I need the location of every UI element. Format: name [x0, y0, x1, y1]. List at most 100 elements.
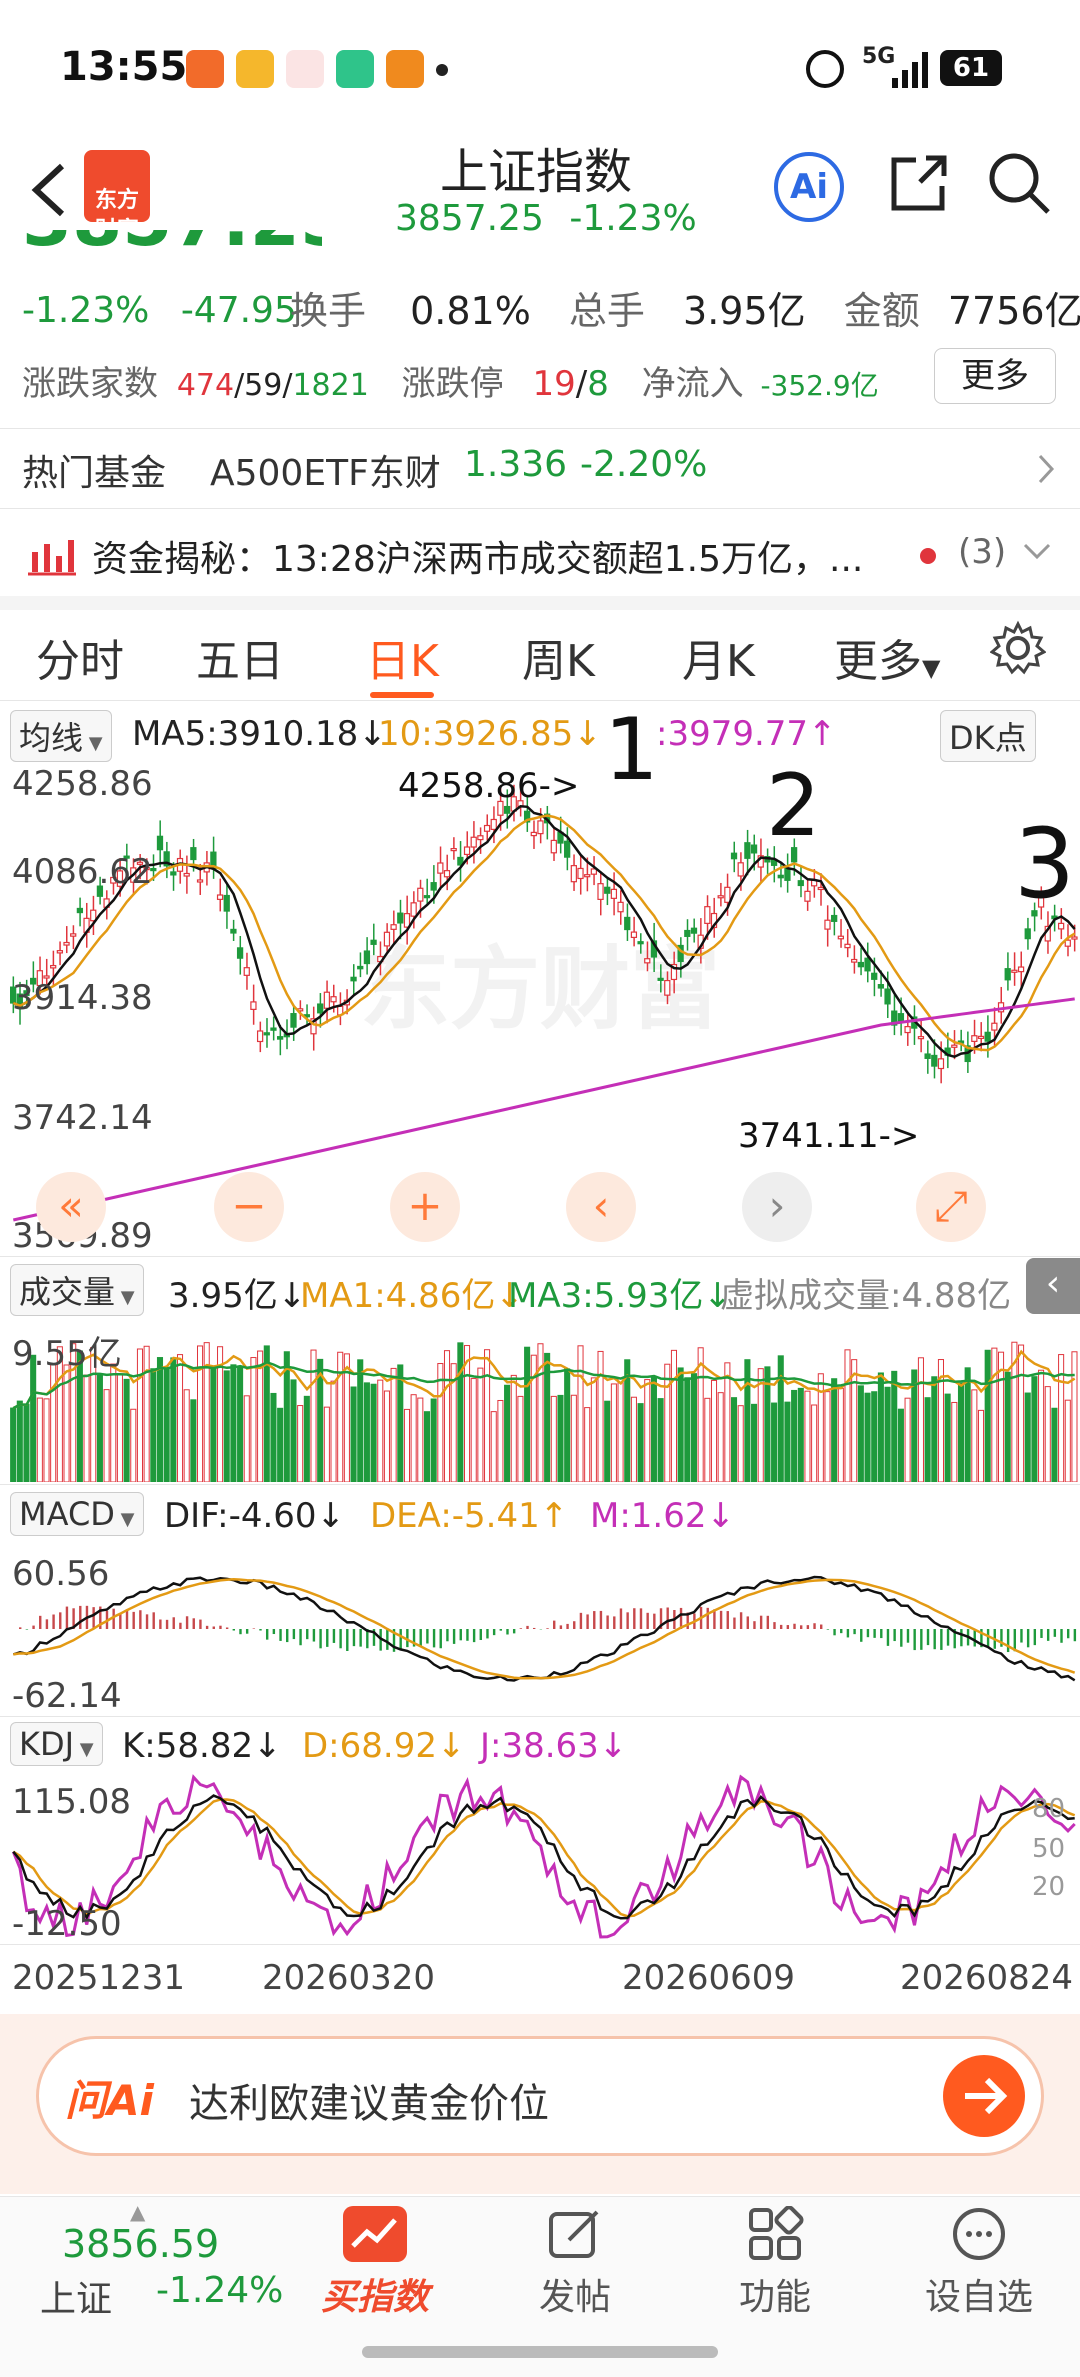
volume-bar	[23, 1403, 30, 1482]
candle-body	[604, 886, 611, 894]
volume-bar	[170, 1357, 177, 1482]
volume-bar	[931, 1376, 938, 1482]
settings-gear-icon[interactable]	[989, 620, 1047, 676]
macd-bar	[192, 1618, 195, 1629]
candle-body	[330, 996, 337, 1003]
macd-bar	[893, 1629, 896, 1642]
volume-bar	[110, 1363, 117, 1482]
candle-body	[1057, 922, 1065, 930]
macd-bar	[639, 1608, 643, 1629]
ai-button[interactable]: Ai	[774, 152, 844, 222]
volume-bar	[490, 1411, 497, 1482]
hot-fund-row[interactable]: 热门基金 A500ETF东财 1.336 -2.20%	[0, 430, 1080, 508]
ai-prompt-bar[interactable]: 问Ai 达利欧建议黄金价位	[36, 2036, 1044, 2156]
news-count: (3)	[958, 532, 1007, 572]
candle-body	[924, 1053, 931, 1059]
volume-bar	[831, 1378, 838, 1482]
tab-monthly-k[interactable]: 月K	[682, 625, 755, 689]
tab-five-day[interactable]: 五日	[196, 625, 284, 689]
tab-more[interactable]: 更多▼	[834, 625, 940, 689]
macd-y-top: 60.56	[12, 1554, 110, 1594]
volume-bar	[737, 1405, 744, 1482]
amount-label: 金额	[843, 289, 920, 333]
macd-bar	[205, 1625, 209, 1629]
signal-icon	[892, 50, 928, 88]
macd-bar	[159, 1619, 162, 1629]
tab-weekly-k[interactable]: 周K	[522, 625, 595, 689]
candle-body	[63, 941, 70, 946]
caret-up-icon: ▲	[130, 2200, 146, 2224]
candle-body	[931, 1054, 938, 1067]
macd-bar	[853, 1629, 856, 1635]
candle-body	[223, 894, 230, 912]
ai-prompt-text: 达利欧建议黄金价位	[189, 2081, 549, 2127]
macd-bar	[506, 1629, 509, 1635]
nav-functions-label: 功能	[738, 2277, 811, 2318]
candle-body	[657, 977, 664, 981]
volume-bar	[504, 1384, 511, 1482]
macd-bar	[599, 1610, 603, 1629]
more-button-label: 更多	[961, 356, 1029, 396]
candle-body	[1017, 966, 1025, 973]
macd-bar	[92, 1607, 95, 1629]
nav-buy-index[interactable]: 买指数	[300, 2206, 450, 2320]
collapse-panel-button[interactable]: ‹	[1026, 1258, 1080, 1314]
nav-index-quote[interactable]: ▲ 3856.59 上证 -1.24%	[0, 2200, 290, 2320]
candle-body	[971, 1035, 978, 1042]
nav-watchlist[interactable]: 设自选	[904, 2206, 1054, 2320]
nav-functions[interactable]: 功能	[700, 2205, 850, 2320]
app-icon-green	[336, 50, 374, 88]
volume-selector[interactable]: 成交量 ▼	[10, 1264, 144, 1316]
scroll-left-button[interactable]: ‹	[566, 1172, 636, 1242]
candle-body	[877, 984, 885, 989]
volume-ma1: MA1:4.86亿↓	[300, 1276, 524, 1316]
volume-bar	[484, 1349, 491, 1482]
news-row[interactable]: 资金揭秘：13:28沪深两市成交额超1.5万亿，... (3)	[0, 510, 1080, 596]
jump-start-button[interactable]: «	[36, 1172, 106, 1242]
search-icon[interactable]	[986, 150, 1054, 218]
candle-body	[383, 931, 391, 947]
candle-body	[243, 967, 250, 976]
volume-bar	[690, 1373, 698, 1482]
macd-bar	[359, 1629, 362, 1647]
nav-post[interactable]: 发帖	[500, 2206, 650, 2320]
tab-daily-k[interactable]: 日K	[366, 625, 439, 689]
volume-bar	[443, 1350, 451, 1482]
tab-intraday[interactable]: 分时	[36, 625, 124, 689]
macd-bar	[199, 1619, 202, 1629]
candle-body	[977, 1035, 985, 1039]
volume-bar	[350, 1386, 357, 1482]
macd-bar	[753, 1621, 756, 1629]
more-button[interactable]: 更多	[934, 348, 1056, 404]
arrow-right-icon[interactable]	[943, 2055, 1025, 2137]
volume-bar	[277, 1407, 284, 1482]
volume-bar	[270, 1392, 277, 1482]
fullscreen-icon[interactable]: ⤢	[916, 1172, 986, 1242]
kdj-selector[interactable]: KDJ ▼	[10, 1722, 103, 1766]
candle-body	[357, 965, 364, 970]
candle-body	[443, 870, 451, 878]
share-icon[interactable]	[886, 152, 950, 216]
scroll-right-button[interactable]: ›	[742, 1172, 812, 1242]
volume-bar	[924, 1397, 931, 1482]
ma-selector[interactable]: 均线 ▼	[10, 710, 112, 762]
divider	[0, 1484, 1080, 1485]
macd-selector[interactable]: MACD ▼	[10, 1492, 144, 1536]
kline-chart[interactable]: 东方财富	[0, 760, 1080, 1260]
zoom-out-button[interactable]: −	[214, 1172, 284, 1242]
volume-bar	[1051, 1407, 1058, 1482]
macd-bar	[940, 1629, 943, 1650]
turnover-label: 换手	[290, 289, 367, 333]
active-tab-indicator	[370, 692, 434, 698]
zoom-in-button[interactable]: +	[390, 1172, 460, 1242]
caret-down-icon: ▼	[114, 1509, 135, 1530]
chevron-down-icon[interactable]	[1022, 542, 1052, 566]
volume-bar	[470, 1378, 477, 1482]
volume-bar	[116, 1373, 123, 1482]
change-pct: -1.23%	[22, 290, 150, 331]
macd-bar	[633, 1608, 636, 1629]
dk-point-button[interactable]: DK点	[940, 710, 1036, 762]
back-icon[interactable]	[24, 160, 74, 220]
hot-fund-label: 热门基金	[22, 453, 167, 494]
volume-bar	[684, 1377, 691, 1482]
